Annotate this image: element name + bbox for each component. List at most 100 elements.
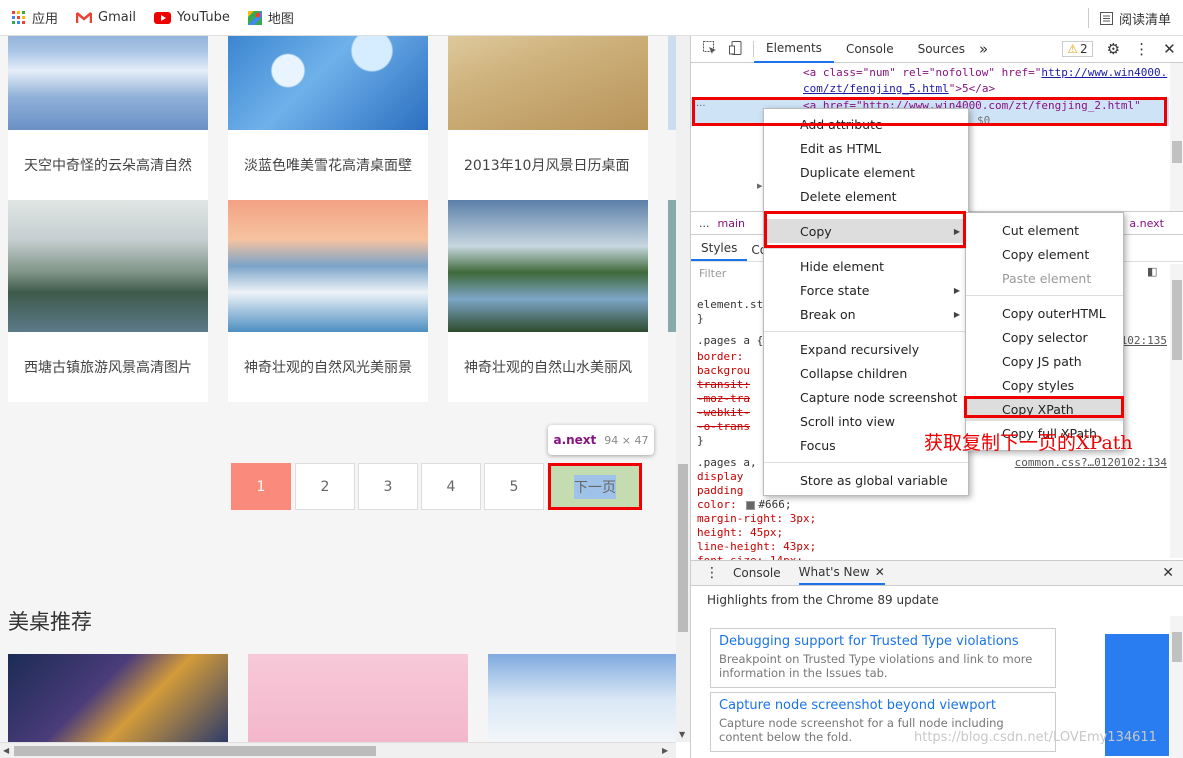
- menu-item-copy-element[interactable]: Copy element: [966, 242, 1123, 266]
- tab-styles[interactable]: Styles: [691, 241, 748, 261]
- styles-scrollbar[interactable]: [1170, 264, 1183, 558]
- menu-item-cut-element[interactable]: Cut element: [966, 218, 1123, 242]
- section-title: 美桌推荐: [8, 610, 92, 634]
- menu-separator: [764, 462, 968, 463]
- menu-item-expand-recursively[interactable]: Expand recursively: [764, 337, 968, 361]
- bookmark-maps[interactable]: 地图: [247, 8, 294, 27]
- menu-item-copy-outerhtml[interactable]: Copy outerHTML: [966, 301, 1123, 325]
- gallery-card[interactable]: 淡蓝色唯美雪花高清桌面壁: [228, 36, 428, 200]
- card-body: Breakpoint on Trusted Type violations an…: [719, 652, 1033, 680]
- recommend-card[interactable]: [248, 654, 468, 742]
- gallery-card[interactable]: 神奇壮观的自然风光美丽景: [228, 200, 428, 402]
- scroll-down-arrow-icon[interactable]: ▼: [679, 730, 685, 739]
- page-button-1[interactable]: 1: [231, 463, 291, 510]
- close-drawer-icon[interactable]: ✕: [1162, 565, 1174, 581]
- bookmark-label: YouTube: [176, 10, 230, 25]
- next-page-button[interactable]: 下一页: [548, 463, 642, 510]
- style-source-link[interactable]: common.css?…0120102:134: [1015, 456, 1167, 469]
- style-rule-line[interactable]: height: 45px;: [697, 526, 1167, 539]
- dom-scrollbar[interactable]: [1170, 63, 1183, 211]
- style-rule-line[interactable]: margin-right: 3px;: [697, 512, 1167, 525]
- recommend-card[interactable]: [488, 654, 676, 742]
- page-button-4[interactable]: 4: [421, 463, 481, 510]
- dom-node-line[interactable]: <a class="num" rel="nofollow" href="http…: [803, 66, 1167, 79]
- card-title[interactable]: Debugging support for Trusted Type viola…: [719, 634, 1047, 649]
- page-vertical-scrollbar[interactable]: ▼: [676, 36, 690, 742]
- apps-grid-icon: [12, 10, 25, 24]
- scrollbar-thumb[interactable]: [1172, 632, 1182, 662]
- bookmark-apps[interactable]: 应用: [12, 8, 58, 27]
- menu-item-hide-element[interactable]: Hide element: [764, 254, 968, 278]
- scroll-left-arrow-icon[interactable]: ◀: [3, 746, 9, 755]
- dom-link[interactable]: http://www.win4000.: [1041, 66, 1167, 79]
- close-tab-icon[interactable]: ✕: [875, 565, 885, 579]
- menu-item-edit-as-html[interactable]: Edit as HTML: [764, 136, 968, 160]
- scroll-right-arrow-icon[interactable]: ▶: [662, 746, 668, 755]
- tab-sources[interactable]: Sources: [906, 36, 977, 63]
- settings-gear-icon[interactable]: ⚙: [1107, 40, 1120, 58]
- menu-item-label: Add attribute: [800, 116, 883, 132]
- menu-item-copy-selector[interactable]: Copy selector: [966, 325, 1123, 349]
- warnings-badge[interactable]: ⚠ 2: [1062, 41, 1093, 57]
- style-rule-line[interactable]: color: #666;: [697, 498, 1167, 511]
- close-devtools-icon[interactable]: ✕: [1163, 40, 1176, 58]
- breadcrumb-more[interactable]: ...: [699, 217, 710, 230]
- menu-item-copy[interactable]: Copy ▶: [764, 219, 968, 243]
- style-text: margin-right: 3px;: [697, 512, 817, 525]
- drawer-scrollbar[interactable]: [1170, 616, 1183, 758]
- styles-filter-input[interactable]: Filter: [699, 267, 726, 280]
- menu-separator: [966, 295, 1123, 296]
- menu-item-collapse-children[interactable]: Collapse children: [764, 361, 968, 385]
- gallery-card[interactable]: 2013年10月风景日历桌面: [448, 36, 648, 200]
- dom-node-line[interactable]: com/zt/fengjing_5.html">5</a>: [803, 82, 995, 95]
- dom-code: <a class="num" rel="nofollow" href=": [803, 66, 1042, 79]
- reading-list-button[interactable]: 阅读清单: [1099, 0, 1171, 36]
- more-options-icon[interactable]: ⋮: [1134, 40, 1149, 58]
- style-rule-line[interactable]: line-height: 43px;: [697, 540, 1167, 553]
- expand-arrow-icon[interactable]: ▶: [757, 182, 762, 190]
- menu-item-capture-node-screenshot[interactable]: Capture node screenshot: [764, 385, 968, 409]
- recommend-card[interactable]: [8, 654, 228, 742]
- drawer-tab-console[interactable]: Console: [733, 566, 781, 580]
- dom-link[interactable]: com/zt/fengjing_5.html: [803, 82, 949, 95]
- device-toggle-icon[interactable]: [729, 40, 743, 58]
- menu-item-store-as-global-variable[interactable]: Store as global variable: [764, 468, 968, 492]
- page-horizontal-scrollbar[interactable]: ◀ ▶: [0, 742, 676, 758]
- menu-item-add-attribute[interactable]: Add attribute: [764, 112, 968, 136]
- color-swatch[interactable]: [746, 500, 756, 510]
- bookmark-gmail[interactable]: Gmail: [76, 10, 136, 25]
- scrollbar-thumb[interactable]: [678, 464, 688, 632]
- scrollbar-thumb[interactable]: [14, 746, 376, 756]
- scrollbar-thumb[interactable]: [1172, 141, 1182, 163]
- toggle-sidebar-icon[interactable]: ◧: [1147, 265, 1157, 278]
- breadcrumb-item-main[interactable]: main: [718, 217, 745, 230]
- drawer-menu-icon[interactable]: ⋮: [705, 565, 719, 581]
- gallery-card[interactable]: 神奇壮观的自然山水美丽风: [448, 200, 648, 402]
- whats-new-card[interactable]: Debugging support for Trusted Type viola…: [710, 628, 1056, 688]
- style-text: -moz-tra: [697, 392, 750, 405]
- gallery-card[interactable]: 西塘古镇旅游风景高清图片: [8, 200, 208, 402]
- drawer-tab-whats-new[interactable]: What's New ✕: [798, 561, 885, 585]
- menu-item-label: Store as global variable: [800, 472, 948, 488]
- breadcrumb-item-a-next[interactable]: a.next: [1129, 217, 1164, 230]
- menu-item-copy-styles[interactable]: Copy styles: [966, 373, 1123, 397]
- copy-submenu: Cut element Copy element Paste element Copy…: [965, 212, 1124, 451]
- page-button-5[interactable]: 5: [484, 463, 544, 510]
- menu-item-delete-element[interactable]: Delete element: [764, 184, 968, 208]
- tab-console[interactable]: Console: [834, 36, 906, 63]
- menu-item-duplicate-element[interactable]: Duplicate element: [764, 160, 968, 184]
- page-button-3[interactable]: 3: [358, 463, 418, 510]
- menu-item-copy-xpath[interactable]: Copy XPath: [966, 397, 1123, 421]
- tab-elements[interactable]: Elements: [754, 36, 834, 63]
- inspect-element-icon[interactable]: [703, 40, 717, 58]
- scrollbar-thumb[interactable]: [1172, 280, 1182, 360]
- menu-item-copy-js-path[interactable]: Copy JS path: [966, 349, 1123, 373]
- card-title[interactable]: Capture node screenshot beyond viewport: [719, 698, 1047, 713]
- page-button-2[interactable]: 2: [295, 463, 355, 510]
- more-tabs-icon[interactable]: »: [979, 40, 988, 58]
- style-source-link[interactable]: 102:135: [1121, 334, 1167, 347]
- menu-item-break-on[interactable]: Break on ▶: [764, 302, 968, 326]
- bookmark-youtube[interactable]: YouTube: [153, 10, 230, 25]
- gallery-card[interactable]: 天空中奇怪的云朵高清自然: [8, 36, 208, 200]
- menu-item-force-state[interactable]: Force state ▶: [764, 278, 968, 302]
